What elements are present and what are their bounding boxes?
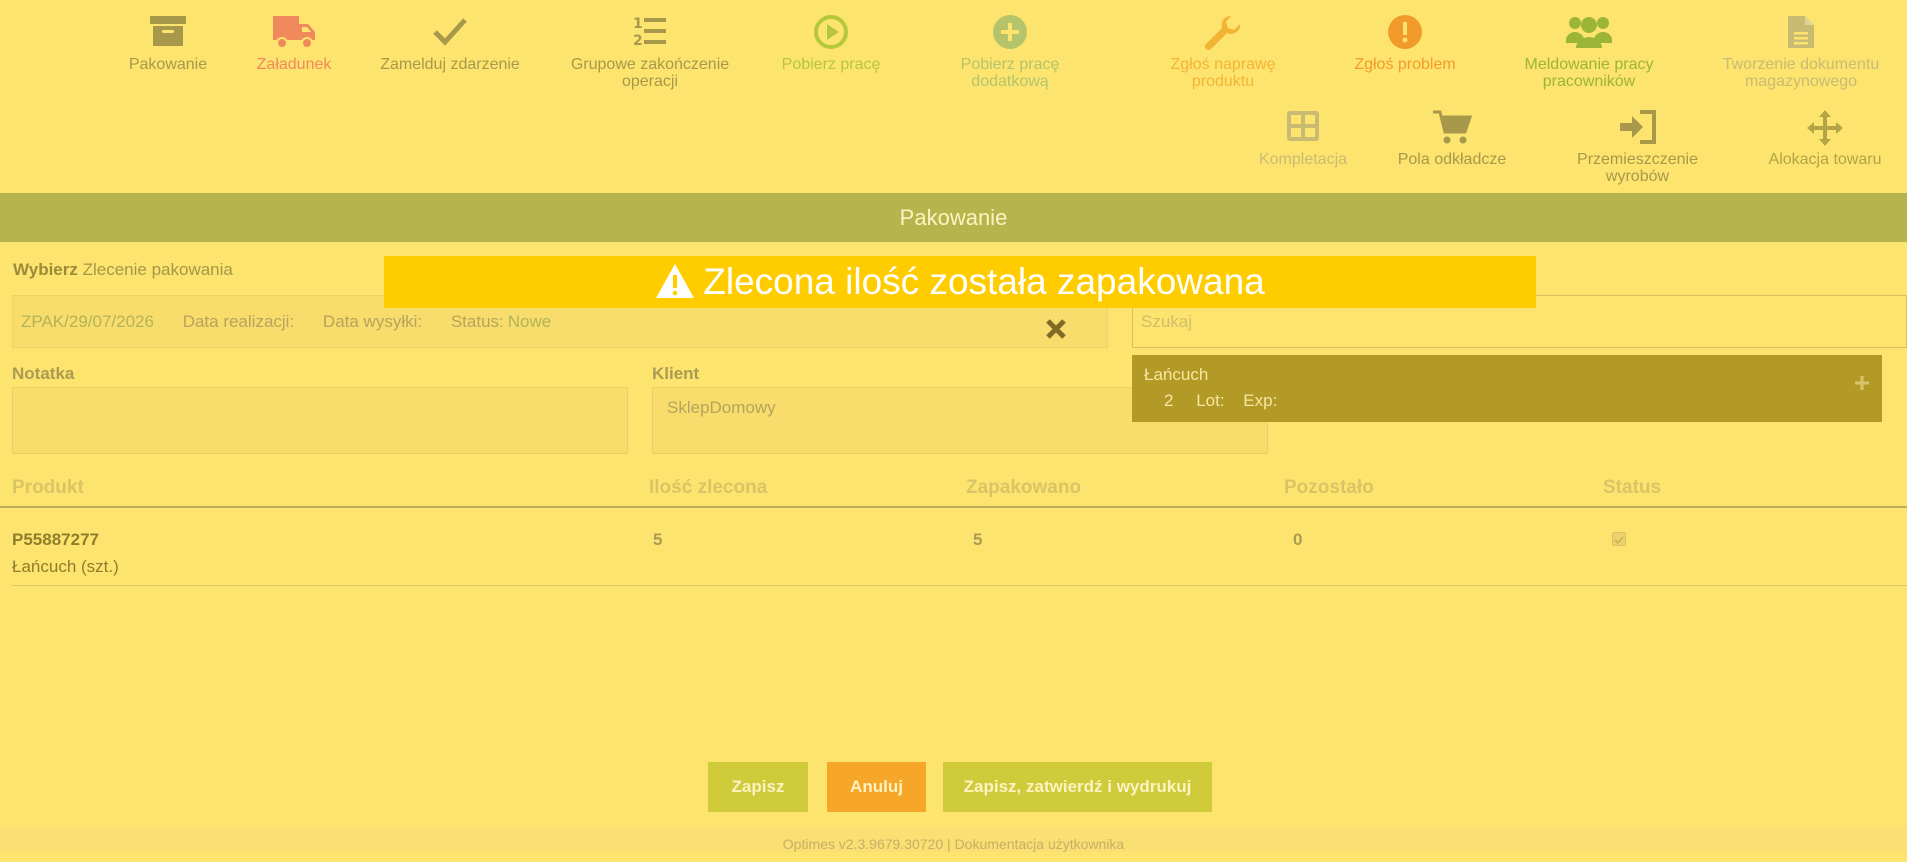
ordered-list-icon: 12: [560, 14, 740, 52]
toolbar-label: Przemieszczenie wyrobów: [1577, 151, 1698, 185]
footer-separator: |: [947, 836, 951, 852]
truck-icon: [244, 14, 344, 52]
toolbar-label: Grupowe zakończenie operacji: [570, 56, 730, 90]
plus-icon: [1855, 376, 1869, 390]
save-button[interactable]: Zapisz: [708, 762, 808, 812]
result-lot-label: Lot:: [1196, 391, 1225, 410]
remaining-qty: 0: [1293, 530, 1303, 549]
version-text: Optimes v2.3.9679.30720: [782, 836, 944, 852]
column-header-packed[interactable]: Zapakowano: [966, 477, 1081, 499]
ordered-qty: 5: [653, 530, 663, 549]
toolbar-label: Tworzenie dokumentu magazynowego: [1722, 56, 1880, 90]
footer: Optimes v2.3.9679.30720 | Dokumentacja u…: [0, 826, 1907, 852]
cancel-button[interactable]: Anuluj: [827, 762, 926, 812]
warning-banner: Zlecona ilość została zapakowana: [384, 256, 1536, 308]
close-icon: [1046, 319, 1066, 339]
result-qty: 2: [1164, 391, 1174, 410]
toolbar-item-alokacja-towaru[interactable]: Alokacja towaru: [1760, 109, 1890, 168]
check-icon: [370, 14, 530, 52]
user-docs-link[interactable]: Dokumentacja użytkownika: [955, 836, 1125, 852]
toolbar-item-pobierz-prace-dodatkowa[interactable]: Pobierz pracę dodatkową: [930, 14, 1090, 90]
client-label: Klient: [652, 364, 700, 383]
result-exp-label: Exp:: [1243, 391, 1278, 410]
result-name: Łańcuch: [1144, 365, 1209, 384]
toolbar-label: Zamelduj zdarzenie: [380, 56, 520, 73]
wrench-icon: [1143, 14, 1303, 52]
toolbar-label: Pobierz pracę dodatkową: [960, 56, 1060, 90]
toolbar-label: Alokacja towaru: [1768, 151, 1882, 168]
grid-icon: [1253, 109, 1353, 147]
select-prefix: Wybierz: [13, 260, 78, 279]
select-label-text: Zlecenie pakowania: [82, 260, 233, 279]
select-order-label: Wybierz Zlecenie pakowania: [13, 260, 233, 280]
exclamation-circle-icon: [1330, 14, 1480, 52]
sign-in-icon: [1560, 109, 1715, 147]
status-value: Nowe: [507, 312, 552, 331]
toolbar-label: Meldowanie pracy pracowników: [1524, 56, 1654, 90]
toolbar-item-meldowanie-pracy[interactable]: Meldowanie pracy pracowników: [1509, 14, 1669, 90]
toolbar-label: Pakowanie: [128, 56, 208, 73]
svg-text:1: 1: [633, 16, 643, 32]
toolbar-item-pobierz-prace[interactable]: Pobierz pracę: [771, 14, 891, 73]
toolbar-label: Pobierz pracę: [781, 56, 881, 73]
toolbar-item-grupowe-zakonczenie[interactable]: 12 Grupowe zakończenie operacji: [560, 14, 740, 90]
toolbar-item-kompletacja[interactable]: Kompletacja: [1253, 109, 1353, 168]
toolbar-label: Kompletacja: [1258, 151, 1348, 168]
toolbar-item-zaladunek[interactable]: Załadunek: [244, 14, 344, 73]
table-row-divider: [12, 585, 1907, 586]
product-name: Łańcuch (szt.): [12, 557, 119, 576]
note-label: Notatka: [12, 364, 75, 383]
realization-date-label: Data realizacji:: [182, 312, 295, 331]
shipping-date-label: Data wysyłki:: [322, 312, 423, 331]
column-header-product[interactable]: Produkt: [12, 477, 84, 499]
status-label: Status:: [450, 312, 504, 331]
banner-text: Zlecona ilość została zapakowana: [703, 261, 1265, 302]
checkmark-icon: [1614, 536, 1624, 545]
column-header-remaining[interactable]: Pozostało: [1284, 477, 1374, 499]
column-header-status[interactable]: Status: [1603, 477, 1661, 499]
toolbar-item-zglos-naprawe[interactable]: Zgłoś naprawę produktu: [1143, 14, 1303, 90]
move-icon: [1760, 109, 1890, 147]
column-header-ordered[interactable]: Ilość zlecona: [649, 477, 767, 499]
result-details: 2 Lot: Exp:: [1144, 391, 1870, 411]
play-circle-icon: [771, 14, 891, 52]
toolbar-item-pola-odkladcze[interactable]: Pola odkładcze: [1392, 109, 1512, 168]
order-code: ZPAK/29/07/2026: [21, 312, 154, 331]
search-result-item[interactable]: Łańcuch 2 Lot: Exp:: [1132, 355, 1882, 422]
save-confirm-print-button[interactable]: Zapisz, zatwierdź i wydrukuj: [943, 762, 1212, 812]
note-field[interactable]: [12, 387, 628, 454]
cart-icon: [1392, 109, 1512, 147]
packed-qty: 5: [973, 530, 983, 549]
clear-order-button[interactable]: [1045, 309, 1069, 339]
toolbar-item-pakowanie[interactable]: Pakowanie: [118, 14, 218, 73]
toolbar-item-przemieszczenie-wyrobow[interactable]: Przemieszczenie wyrobów: [1560, 109, 1715, 185]
plus-circle-icon: [930, 14, 1090, 52]
users-icon: [1509, 14, 1669, 52]
status-checkbox[interactable]: [1612, 532, 1626, 546]
toolbar-item-zamelduj-zdarzenie[interactable]: Zamelduj zdarzenie: [370, 14, 530, 73]
document-icon: [1715, 14, 1887, 52]
order-status: Status: Nowe: [451, 312, 575, 331]
toolbar-label: Załadunek: [256, 56, 332, 73]
warning-icon: [656, 264, 695, 298]
table-header-divider: [0, 506, 1907, 508]
toolbar-item-zglos-problem[interactable]: Zgłoś problem: [1330, 14, 1480, 73]
product-code: P55887277: [12, 530, 99, 549]
add-result-button[interactable]: [1854, 375, 1872, 393]
toolbar-label: Zgłoś naprawę produktu: [1170, 56, 1276, 90]
archive-icon: [118, 14, 218, 52]
toolbar-label: Zgłoś problem: [1354, 56, 1456, 73]
toolbar-label: Pola odkładcze: [1397, 151, 1507, 168]
toolbar-item-tworzenie-dokumentu[interactable]: Tworzenie dokumentu magazynowego: [1715, 14, 1887, 90]
svg-text:2: 2: [633, 33, 643, 48]
section-title: Pakowanie: [0, 193, 1907, 242]
